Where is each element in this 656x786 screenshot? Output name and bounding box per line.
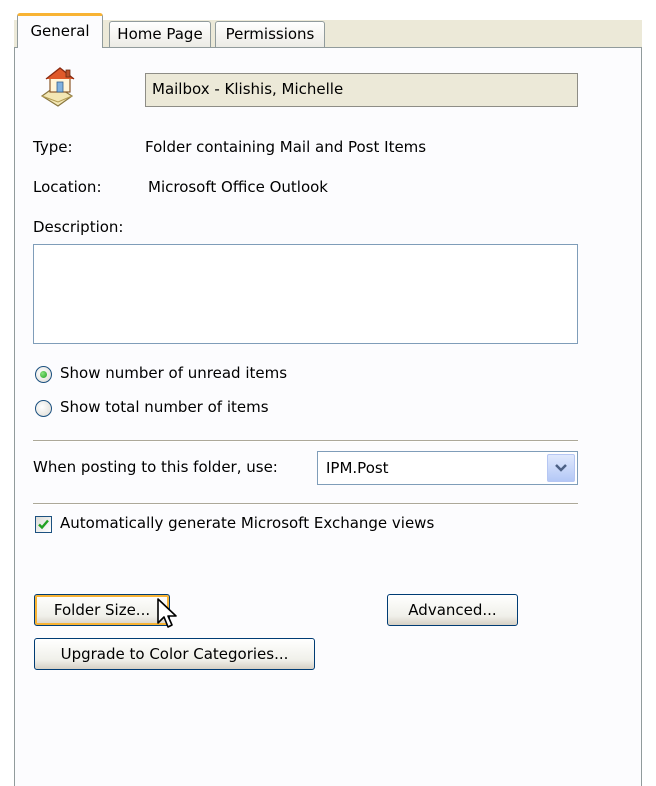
- folder-name-field: Mailbox - Klishis, Michelle: [145, 73, 578, 107]
- description-textarea[interactable]: [33, 244, 578, 344]
- radio-selected-dot: [40, 371, 47, 378]
- location-label: Location:: [33, 178, 102, 196]
- radio-unread-items[interactable]: [35, 366, 52, 383]
- location-value: Microsoft Office Outlook: [148, 178, 328, 196]
- radio-total-items[interactable]: [35, 400, 52, 417]
- auto-views-label[interactable]: Automatically generate Microsoft Exchang…: [60, 514, 434, 532]
- description-label: Description:: [33, 218, 124, 236]
- separator: [33, 440, 578, 442]
- posting-form-value: IPM.Post: [326, 459, 389, 477]
- auto-views-checkbox[interactable]: [35, 516, 52, 533]
- radio-total-label[interactable]: Show total number of items: [60, 398, 269, 416]
- separator: [33, 503, 578, 505]
- mailbox-home-icon: [38, 66, 82, 110]
- folder-size-button[interactable]: Folder Size...: [34, 594, 170, 626]
- type-value: Folder containing Mail and Post Items: [145, 138, 427, 156]
- checkmark-icon: [38, 519, 49, 530]
- tab-permissions[interactable]: Permissions: [215, 21, 325, 47]
- radio-unread-label[interactable]: Show number of unread items: [60, 364, 287, 382]
- dropdown-button[interactable]: [547, 454, 575, 482]
- chevron-down-icon: [555, 464, 567, 472]
- posting-form-select[interactable]: IPM.Post: [317, 451, 578, 485]
- type-label: Type:: [33, 138, 73, 156]
- mouse-pointer-icon: [156, 597, 180, 635]
- tab-general[interactable]: General: [17, 13, 103, 48]
- advanced-button[interactable]: Advanced...: [387, 594, 518, 626]
- upgrade-color-categories-button[interactable]: Upgrade to Color Categories...: [34, 638, 315, 670]
- tab-home-page[interactable]: Home Page: [109, 21, 211, 47]
- general-tab-panel: [14, 47, 642, 786]
- posting-label: When posting to this folder, use:: [33, 458, 278, 476]
